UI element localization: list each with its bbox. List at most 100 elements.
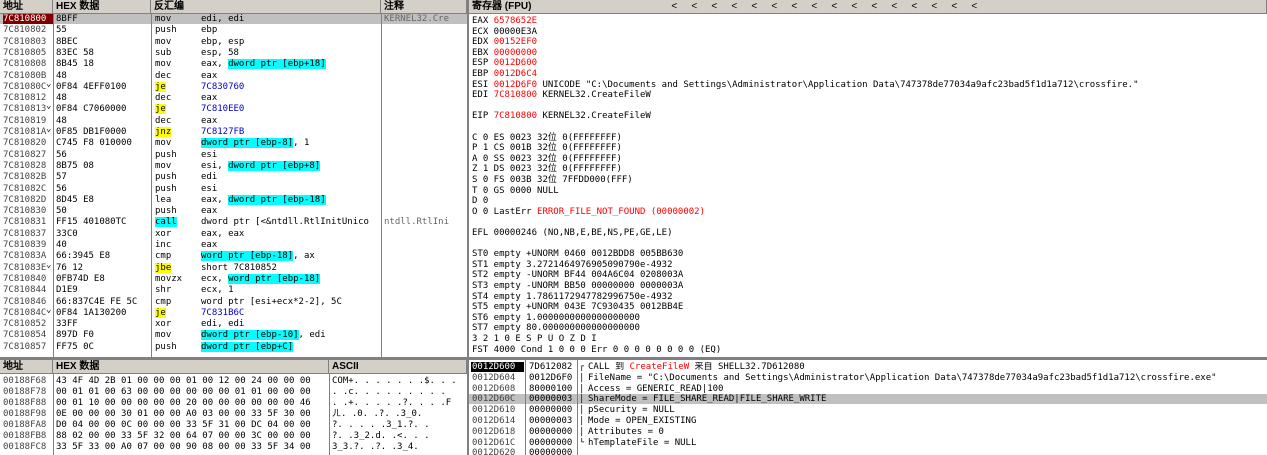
scroll-left-arrow-icon[interactable]: <: [844, 0, 864, 14]
disasm-row[interactable]: 7C81081A ⌄ 0F85 DB1F0000 jnz 7C8127FB: [0, 124, 467, 137]
register-line[interactable]: EFL 00000246 (NO,NB,E,BE,NS,PE,GE,LE): [472, 228, 672, 239]
scroll-left-arrow-icon[interactable]: <: [924, 0, 944, 14]
disasm-row[interactable]: 7C81080B 48 dec eax: [0, 71, 467, 81]
dump-row[interactable]: 00188F98 0E 00 00 00 30 01 00 00 A0 03 00…: [0, 409, 467, 419]
disasm-header-address[interactable]: 地址: [0, 0, 53, 14]
register-line[interactable]: ST5 empty +UNORM 043E 7C930435 0012BB4E: [472, 302, 683, 313]
disassembly-pane[interactable]: 地址 HEX 数据 反汇编 注释 7C810800 8BFF mov edi, edi…: [0, 0, 469, 357]
scroll-left-arrow-icon[interactable]: <: [684, 0, 704, 14]
register-line[interactable]: EBP 0012D6C4: [472, 69, 537, 80]
register-line[interactable]: ST3 empty -UNORM BB50 00000000 0000003A: [472, 281, 683, 292]
dump-row[interactable]: 00188F68 43 4F 4D 2B 01 00 00 00 01 00 12…: [0, 376, 467, 386]
scroll-left-arrow-icon[interactable]: <: [884, 0, 904, 14]
stack-pane[interactable]: 0012D600 7D612082 ┌ CALL 到 CreateFileW 来自 S…: [469, 360, 1267, 455]
register-line[interactable]: EBX 00000000: [472, 48, 537, 59]
disasm-row[interactable]: 7C810837 33C0 xor eax, eax: [0, 229, 467, 239]
register-line[interactable]: EDX 00152EF0: [472, 37, 537, 48]
disasm-row[interactable]: 7C810831 FF15 401080TC call dword ptr [<&nt…: [0, 217, 467, 228]
register-line[interactable]: ST7 empty 80.000000000000000000: [472, 323, 640, 334]
disasm-row[interactable]: 7C810828 8B75 08 mov esi, dword ptr [ebp+8]: [0, 160, 467, 171]
stack-row[interactable]: 0012D60C 00000003 │ ShareMode = FILE_SHARE_…: [469, 394, 1267, 405]
disasm-row[interactable]: 7C81080C ⌄ 0F84 4EFF0100 je 7C830760: [0, 79, 467, 92]
disasm-row[interactable]: 7C81082C 56 push esi: [0, 184, 467, 194]
register-line[interactable]: 3 2 1 0 E S P U O Z D I: [472, 334, 597, 345]
register-line[interactable]: T 0 GS 0000 NULL: [472, 186, 559, 197]
scroll-left-arrow-icon[interactable]: <: [724, 0, 744, 14]
disasm-row[interactable]: 7C810839 40 inc eax: [0, 240, 467, 250]
stack-row[interactable]: 0012D604 0012D6F0 │ FileName = "C:\Document…: [469, 373, 1267, 383]
register-line[interactable]: ESI 0012D6F0 UNICODE "C:\Documents and S…: [472, 80, 1139, 91]
disasm-header-hex[interactable]: HEX 数据: [53, 0, 151, 14]
stack-row[interactable]: 0012D614 00000003 │ Mode = OPEN_EXISTING: [469, 416, 1267, 426]
register-line[interactable]: FST 4000 Cond 1 0 0 0 Err 0 0 0 0 0 0 0 …: [472, 345, 721, 356]
scroll-left-arrow-icon[interactable]: <: [664, 0, 684, 14]
disasm-row[interactable]: 7C810812 48 dec eax: [0, 93, 467, 103]
dump-row[interactable]: 00188F88 00 01 10 00 00 00 00 00 20 00 00…: [0, 398, 467, 408]
register-line[interactable]: EAX 6578652E: [472, 16, 537, 27]
scroll-left-arrow-icon[interactable]: <: [904, 0, 924, 14]
disasm-row[interactable]: 7C810803 8BEC mov ebp, esp: [0, 37, 467, 47]
disasm-row[interactable]: 7C810857 FF75 0C push dword ptr [ebp+C]: [0, 341, 467, 352]
register-line[interactable]: ST1 empty 3.2721464976905090790e-4932: [472, 260, 672, 271]
register-line[interactable]: ECX 00000E3A: [472, 27, 537, 38]
scroll-left-arrow-icon[interactable]: <: [964, 0, 984, 14]
register-line[interactable]: ST4 empty 1.7861172947782996750e-4932: [472, 292, 672, 303]
disasm-row[interactable]: 7C81083A 66:3945 E8 cmp word ptr [ebp-18], …: [0, 251, 467, 262]
dump-row[interactable]: 00188FA8 D0 04 00 00 0C 00 00 00 33 5F 31…: [0, 420, 467, 430]
memory-dump-pane[interactable]: 地址 HEX 数据 ASCII 00188F68 43 4F 4D 2B 01 0…: [0, 360, 469, 455]
scroll-left-arrow-icon[interactable]: <: [744, 0, 764, 14]
stack-row[interactable]: 0012D620 00000000: [469, 448, 1267, 455]
register-line[interactable]: ESP 0012D600: [472, 58, 537, 69]
disasm-header-comment[interactable]: 注释: [381, 0, 467, 14]
disasm-row[interactable]: 7C810808 8B45 18 mov eax, dword ptr [ebp+18…: [0, 59, 467, 70]
scroll-left-arrow-icon[interactable]: <: [784, 0, 804, 14]
register-line[interactable]: ST2 empty -UNORM BF44 004A6C04 0208003A: [472, 270, 683, 281]
disasm-row[interactable]: 7C810819 48 dec eax: [0, 116, 467, 126]
stack-row[interactable]: 0012D61C 00000000 └ hTemplateFile = NULL: [469, 438, 1267, 448]
scroll-left-arrow-icon[interactable]: <: [764, 0, 784, 14]
register-line[interactable]: EDI 7C810800 KERNEL32.CreateFileW: [472, 90, 651, 101]
register-line[interactable]: S 0 FS 003B 32位 7FFDD000(FFF): [472, 175, 633, 186]
stack-row[interactable]: 0012D610 00000000 │ pSecurity = NULL: [469, 405, 1267, 415]
register-line[interactable]: ST0 empty +UNORM 0460 0012BDD8 005BB630: [472, 249, 683, 260]
dump-row[interactable]: 00188FB8 88 02 00 00 33 5F 32 00 64 07 00…: [0, 431, 467, 441]
disasm-row[interactable]: 7C810813 ⌄ 0F84 C7060000 je 7C810EE0: [0, 101, 467, 115]
register-line[interactable]: O 0 LastErr ERROR_FILE_NOT_FOUND (000000…: [472, 207, 705, 218]
dump-header-hex[interactable]: HEX 数据: [53, 360, 329, 374]
register-line[interactable]: P 1 CS 001B 32位 0(FFFFFFFF): [472, 143, 622, 154]
dump-row[interactable]: 00188F78 00 01 01 00 63 00 00 00 00 00 00…: [0, 387, 467, 397]
register-line[interactable]: D 0: [472, 196, 488, 207]
scroll-left-arrow-icon[interactable]: <: [824, 0, 844, 14]
disasm-row[interactable]: 7C81083E ⌄ 76 12 jbe short 7C810852: [0, 260, 467, 273]
disasm-row[interactable]: 7C810846 66:837C4E FE 5C cmp word ptr [esi+…: [0, 297, 467, 307]
register-line[interactable]: Z 1 DS 0023 32位 0(FFFFFFFF): [472, 164, 622, 175]
disasm-row[interactable]: 7C810827 56 push esi: [0, 150, 467, 160]
register-line[interactable]: ST6 empty 1.0000000000000000000: [472, 313, 640, 324]
dump-header-ascii[interactable]: ASCII: [329, 360, 467, 374]
stack-row[interactable]: 0012D600 7D612082 ┌ CALL 到 CreateFileW 来自 S…: [469, 362, 1267, 372]
stack-row[interactable]: 0012D618 00000000 │ Attributes = 0: [469, 427, 1267, 437]
scroll-left-arrow-icon[interactable]: <: [944, 0, 964, 14]
disasm-row[interactable]: 7C810844 D1E9 shr ecx, 1: [0, 285, 467, 295]
disasm-row[interactable]: 7C81084C ⌄ 0F84 1A130200 je 7C831B6C: [0, 305, 467, 318]
registers-pane[interactable]: 寄存器 (FPU) < < < < < < < < < < < < < < < < EAX 6578652E E…: [469, 0, 1267, 357]
disasm-row[interactable]: 7C810802 55 push ebp: [0, 25, 467, 35]
disasm-row[interactable]: 7C810800 8BFF mov edi, edi KERNEL32.Cre: [0, 14, 467, 24]
disasm-row[interactable]: 7C810820 C745 F8 010000 mov dword ptr [ebp-…: [0, 138, 467, 149]
disasm-header-disassembly[interactable]: 反汇编: [151, 0, 381, 14]
scroll-left-arrow-icon[interactable]: <: [804, 0, 824, 14]
disasm-row[interactable]: 7C810852 33FF xor edi, edi: [0, 319, 467, 329]
register-line[interactable]: EIP 7C810800 KERNEL32.CreateFileW: [472, 111, 651, 122]
disasm-row[interactable]: 7C81082D 8D45 E8 lea eax, dword ptr [ebp-18…: [0, 194, 467, 205]
disasm-row[interactable]: 7C81082B 57 push edi: [0, 172, 467, 182]
disasm-row[interactable]: 7C810805 83EC 58 sub esp, 58: [0, 48, 467, 58]
dump-row[interactable]: 00188FC8 33 5F 33 00 A0 07 00 00 90 08 00…: [0, 442, 467, 452]
scroll-left-arrow-icon[interactable]: <: [704, 0, 724, 14]
disasm-row[interactable]: 7C810840 0FB74D E8 movzx ecx, word ptr [ebp…: [0, 273, 467, 284]
stack-row[interactable]: 0012D608 80000100 │ Access = GENERIC_READ|1…: [469, 384, 1267, 394]
registers-header[interactable]: 寄存器 (FPU) < < < < < < < < < < < < < < < <: [469, 0, 1267, 14]
disasm-row[interactable]: 7C810830 50 push eax: [0, 206, 467, 216]
dump-header-address[interactable]: 地址: [0, 360, 53, 374]
register-line[interactable]: C 0 ES 0023 32位 0(FFFFFFFF): [472, 133, 622, 144]
disasm-row[interactable]: 7C810854 897D F0 mov dword ptr [ebp-10], ed…: [0, 330, 467, 341]
